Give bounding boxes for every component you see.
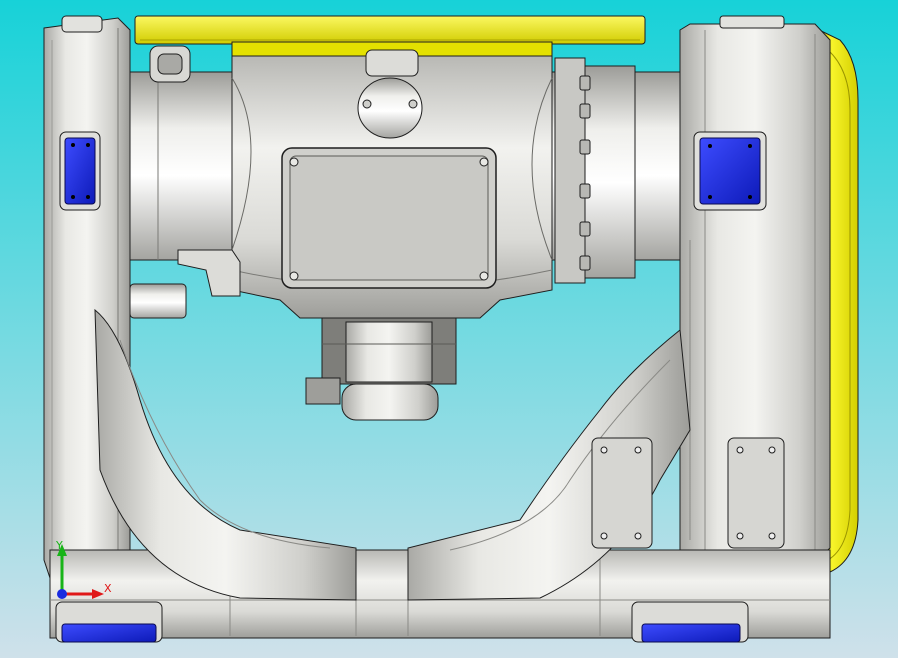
blue-foot-left[interactable] [55, 601, 163, 643]
blue-pad-left[interactable] [59, 131, 101, 211]
small-cover-2[interactable] [727, 437, 785, 549]
blue-pad-right[interactable] [693, 131, 767, 211]
round-top-cover[interactable] [357, 77, 423, 139]
blue-foot-right[interactable] [631, 601, 749, 643]
left-stub-shaft[interactable] [129, 283, 187, 319]
x-axis-label: X [104, 582, 112, 595]
left-pipe-fitting[interactable] [149, 45, 191, 83]
y-axis-label: Y [55, 539, 63, 552]
inspection-cover-plate[interactable] [281, 147, 497, 289]
model-canvas[interactable]: Y X [0, 0, 898, 658]
cad-viewport[interactable]: Y X [0, 0, 898, 658]
small-cover-1[interactable] [591, 437, 653, 549]
z-axis-dot [57, 589, 67, 599]
